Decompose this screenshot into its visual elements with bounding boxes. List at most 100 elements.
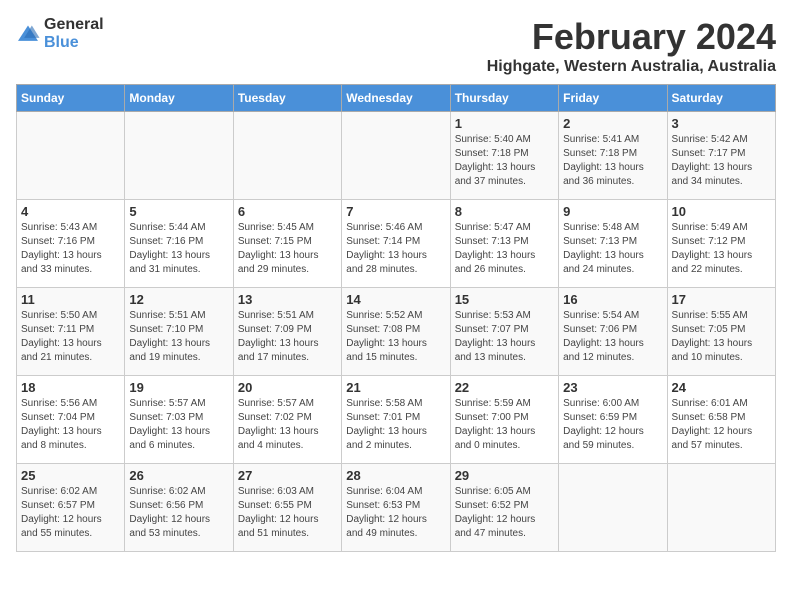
- day-number: 28: [346, 468, 445, 483]
- month-title: February 2024: [487, 16, 776, 58]
- day-info: Sunrise: 5:57 AM Sunset: 7:02 PM Dayligh…: [238, 397, 337, 453]
- day-number: 19: [129, 380, 228, 395]
- day-number: 20: [238, 380, 337, 395]
- calendar-day: [559, 464, 667, 552]
- day-info: Sunrise: 5:48 AM Sunset: 7:13 PM Dayligh…: [563, 221, 662, 277]
- calendar-day: 1 Sunrise: 5:40 AM Sunset: 7:18 PM Daylig…: [450, 112, 558, 200]
- day-info: Sunrise: 6:02 AM Sunset: 6:57 PM Dayligh…: [21, 485, 120, 541]
- day-number: 27: [238, 468, 337, 483]
- day-number: 6: [238, 204, 337, 219]
- day-info: Sunrise: 5:40 AM Sunset: 7:18 PM Dayligh…: [455, 133, 554, 189]
- day-info: Sunrise: 5:50 AM Sunset: 7:11 PM Dayligh…: [21, 309, 120, 365]
- calendar-day: 13 Sunrise: 5:51 AM Sunset: 7:09 PM Dayli…: [233, 288, 341, 376]
- calendar-day: 24 Sunrise: 6:01 AM Sunset: 6:58 PM Dayli…: [667, 376, 775, 464]
- day-number: 17: [672, 292, 771, 307]
- column-header-saturday: Saturday: [667, 85, 775, 112]
- day-number: 12: [129, 292, 228, 307]
- day-number: 1: [455, 116, 554, 131]
- title-block: February 2024 Highgate, Western Australi…: [487, 16, 776, 76]
- column-header-tuesday: Tuesday: [233, 85, 341, 112]
- calendar-day: 27Sunrise: 6:03 AM Sunset: 6:55 PM Dayli…: [233, 464, 341, 552]
- day-number: 3: [672, 116, 771, 131]
- day-number: 2: [563, 116, 662, 131]
- day-info: Sunrise: 5:55 AM Sunset: 7:05 PM Dayligh…: [672, 309, 771, 365]
- day-info: Sunrise: 5:42 AM Sunset: 7:17 PM Dayligh…: [672, 133, 771, 189]
- day-info: Sunrise: 5:58 AM Sunset: 7:01 PM Dayligh…: [346, 397, 445, 453]
- day-number: 21: [346, 380, 445, 395]
- page-header: General Blue February 2024 Highgate, Wes…: [16, 16, 776, 76]
- day-number: 5: [129, 204, 228, 219]
- day-info: Sunrise: 6:00 AM Sunset: 6:59 PM Dayligh…: [563, 397, 662, 453]
- day-info: Sunrise: 5:44 AM Sunset: 7:16 PM Dayligh…: [129, 221, 228, 277]
- calendar-day: 11Sunrise: 5:50 AM Sunset: 7:11 PM Dayli…: [17, 288, 125, 376]
- calendar-day: 21 Sunrise: 5:58 AM Sunset: 7:01 PM Dayli…: [342, 376, 450, 464]
- calendar-day: 20 Sunrise: 5:57 AM Sunset: 7:02 PM Dayli…: [233, 376, 341, 464]
- calendar-day: [233, 112, 341, 200]
- calendar-day: 6 Sunrise: 5:45 AM Sunset: 7:15 PM Daylig…: [233, 200, 341, 288]
- day-info: Sunrise: 5:46 AM Sunset: 7:14 PM Dayligh…: [346, 221, 445, 277]
- calendar-day: 4Sunrise: 5:43 AM Sunset: 7:16 PM Daylig…: [17, 200, 125, 288]
- day-number: 7: [346, 204, 445, 219]
- column-header-thursday: Thursday: [450, 85, 558, 112]
- day-info: Sunrise: 5:41 AM Sunset: 7:18 PM Dayligh…: [563, 133, 662, 189]
- calendar-day: 29Sunrise: 6:05 AM Sunset: 6:52 PM Dayli…: [450, 464, 558, 552]
- day-info: Sunrise: 5:54 AM Sunset: 7:06 PM Dayligh…: [563, 309, 662, 365]
- column-header-sunday: Sunday: [17, 85, 125, 112]
- logo-text: General Blue: [44, 16, 104, 51]
- day-info: Sunrise: 5:51 AM Sunset: 7:09 PM Dayligh…: [238, 309, 337, 365]
- day-number: 29: [455, 468, 554, 483]
- day-info: Sunrise: 5:49 AM Sunset: 7:12 PM Dayligh…: [672, 221, 771, 277]
- calendar-day: [342, 112, 450, 200]
- day-number: 23: [563, 380, 662, 395]
- calendar-day: 10 Sunrise: 5:49 AM Sunset: 7:12 PM Dayli…: [667, 200, 775, 288]
- calendar-table: SundayMondayTuesdayWednesdayThursdayFrid…: [16, 84, 776, 552]
- day-number: 13: [238, 292, 337, 307]
- calendar-week-4: 18Sunrise: 5:56 AM Sunset: 7:04 PM Dayli…: [17, 376, 776, 464]
- calendar-week-2: 4Sunrise: 5:43 AM Sunset: 7:16 PM Daylig…: [17, 200, 776, 288]
- calendar-day: 7 Sunrise: 5:46 AM Sunset: 7:14 PM Daylig…: [342, 200, 450, 288]
- day-number: 8: [455, 204, 554, 219]
- column-header-friday: Friday: [559, 85, 667, 112]
- calendar-day: 9 Sunrise: 5:48 AM Sunset: 7:13 PM Daylig…: [559, 200, 667, 288]
- calendar-day: 12 Sunrise: 5:51 AM Sunset: 7:10 PM Dayli…: [125, 288, 233, 376]
- day-number: 4: [21, 204, 120, 219]
- calendar-day: 19 Sunrise: 5:57 AM Sunset: 7:03 PM Dayli…: [125, 376, 233, 464]
- logo-blue-text: Blue: [44, 34, 104, 52]
- day-number: 24: [672, 380, 771, 395]
- logo-general-text: General: [44, 16, 104, 34]
- day-info: Sunrise: 5:51 AM Sunset: 7:10 PM Dayligh…: [129, 309, 228, 365]
- day-number: 14: [346, 292, 445, 307]
- column-header-wednesday: Wednesday: [342, 85, 450, 112]
- calendar-day: [667, 464, 775, 552]
- calendar-week-3: 11Sunrise: 5:50 AM Sunset: 7:11 PM Dayli…: [17, 288, 776, 376]
- day-number: 9: [563, 204, 662, 219]
- calendar-week-5: 25 Sunrise: 6:02 AM Sunset: 6:57 PM Dayli…: [17, 464, 776, 552]
- day-info: Sunrise: 5:56 AM Sunset: 7:04 PM Dayligh…: [21, 397, 120, 453]
- column-header-monday: Monday: [125, 85, 233, 112]
- logo: General Blue: [16, 16, 104, 51]
- day-number: 25: [21, 468, 120, 483]
- calendar-day: 8 Sunrise: 5:47 AM Sunset: 7:13 PM Daylig…: [450, 200, 558, 288]
- day-info: Sunrise: 5:47 AM Sunset: 7:13 PM Dayligh…: [455, 221, 554, 277]
- day-number: 10: [672, 204, 771, 219]
- day-info: Sunrise: 5:45 AM Sunset: 7:15 PM Dayligh…: [238, 221, 337, 277]
- day-info: Sunrise: 5:53 AM Sunset: 7:07 PM Dayligh…: [455, 309, 554, 365]
- calendar-week-1: 1 Sunrise: 5:40 AM Sunset: 7:18 PM Daylig…: [17, 112, 776, 200]
- day-info: Sunrise: 6:02 AM Sunset: 6:56 PM Dayligh…: [129, 485, 228, 541]
- day-number: 22: [455, 380, 554, 395]
- calendar-day: 15Sunrise: 5:53 AM Sunset: 7:07 PM Dayli…: [450, 288, 558, 376]
- calendar-day: 22Sunrise: 5:59 AM Sunset: 7:00 PM Dayli…: [450, 376, 558, 464]
- calendar-day: 28Sunrise: 6:04 AM Sunset: 6:53 PM Dayli…: [342, 464, 450, 552]
- day-number: 26: [129, 468, 228, 483]
- calendar-day: 26 Sunrise: 6:02 AM Sunset: 6:56 PM Dayli…: [125, 464, 233, 552]
- calendar-day: 16Sunrise: 5:54 AM Sunset: 7:06 PM Dayli…: [559, 288, 667, 376]
- day-info: Sunrise: 5:52 AM Sunset: 7:08 PM Dayligh…: [346, 309, 445, 365]
- calendar-day: 17 Sunrise: 5:55 AM Sunset: 7:05 PM Dayli…: [667, 288, 775, 376]
- calendar-day: 14 Sunrise: 5:52 AM Sunset: 7:08 PM Dayli…: [342, 288, 450, 376]
- calendar-day: 23 Sunrise: 6:00 AM Sunset: 6:59 PM Dayli…: [559, 376, 667, 464]
- calendar-day: [17, 112, 125, 200]
- day-info: Sunrise: 5:57 AM Sunset: 7:03 PM Dayligh…: [129, 397, 228, 453]
- calendar-day: 18Sunrise: 5:56 AM Sunset: 7:04 PM Dayli…: [17, 376, 125, 464]
- calendar-day: 5 Sunrise: 5:44 AM Sunset: 7:16 PM Daylig…: [125, 200, 233, 288]
- day-info: Sunrise: 6:01 AM Sunset: 6:58 PM Dayligh…: [672, 397, 771, 453]
